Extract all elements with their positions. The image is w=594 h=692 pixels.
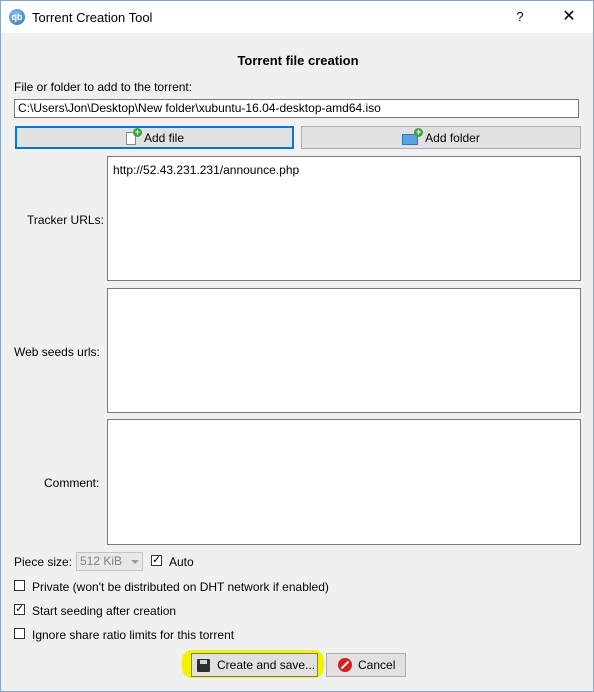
title-bar: qb Torrent Creation Tool ? ✕ [1,1,593,33]
add-folder-button[interactable]: + Add folder [301,126,581,149]
qbittorrent-app-icon: qb [9,9,25,25]
add-file-label: Add file [143,130,185,145]
start-seeding-label: Start seeding after creation [32,604,177,618]
comment-field[interactable] [107,419,581,545]
auto-checkbox[interactable]: ✓ [151,555,162,566]
add-folder-icon: + [402,127,424,146]
ignore-ratio-checkbox[interactable] [14,628,25,639]
piece-size-value: 512 KiB [80,554,123,568]
ignore-ratio-label: Ignore share ratio limits for this torre… [32,628,235,642]
floppy-disk-icon [197,658,210,672]
cancel-label: Cancel [358,658,396,672]
window-title: Torrent Creation Tool [32,10,153,25]
path-input[interactable]: C:\Users\Jon\Desktop\New folder\xubuntu-… [14,99,579,118]
add-folder-label: Add folder [425,130,480,145]
help-button[interactable]: ? [505,2,535,32]
tracker-urls-field[interactable]: http://52.43.231.231/announce.php [107,156,581,281]
add-file-icon: + [125,127,142,146]
section-heading: Torrent file creation [237,53,359,68]
tracker-urls-label: Tracker URLs: [27,213,104,227]
cancel-button[interactable]: Cancel [326,653,406,677]
piece-size-select[interactable]: 512 KiB [76,552,143,571]
piece-size-label: Piece size: [14,555,73,569]
chevron-down-icon [131,560,139,564]
web-seeds-label: Web seeds urls: [14,345,100,359]
path-label: File or folder to add to the torrent: [14,80,193,94]
create-and-save-label: Create and save... [217,658,316,672]
start-seeding-checkbox[interactable]: ✓ [14,604,25,615]
close-button[interactable]: ✕ [549,2,589,32]
create-and-save-button[interactable]: Create and save... [191,653,318,677]
comment-label: Comment: [44,476,100,490]
auto-label: Auto [169,555,194,569]
cancel-icon [338,658,352,672]
web-seeds-field[interactable] [107,288,581,413]
private-label: Private (won't be distributed on DHT net… [32,580,329,594]
torrent-creation-dialog: qb Torrent Creation Tool ? ✕ Torrent fil… [0,0,594,692]
add-file-button[interactable]: + Add file [15,126,294,149]
private-checkbox[interactable] [14,580,25,591]
